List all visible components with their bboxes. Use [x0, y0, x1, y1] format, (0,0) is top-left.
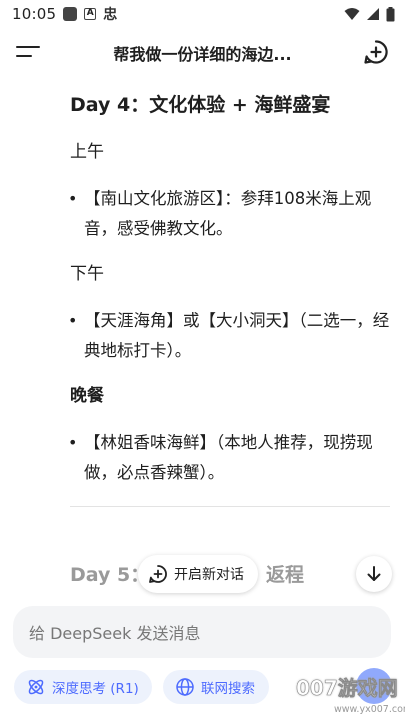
battery-icon: [386, 6, 395, 21]
web-search-toggle[interactable]: 联网搜索: [163, 670, 269, 704]
chat-title: 帮我做一份详细的海边...: [113, 45, 292, 64]
section-label-afternoon: 下午: [70, 264, 104, 284]
list-item: • 【南山文化旅游区】：参拜108米海上观音，感受佛教文化。: [68, 184, 390, 244]
bullet-dot: •: [68, 189, 78, 208]
menu-icon: [16, 46, 40, 49]
plus-circle-icon: [364, 40, 388, 64]
list-item-text: 【林姐香味海鲜】（本地人推荐，现捞现做，必点香辣蟹）。: [84, 433, 373, 482]
a-notification-icon: A: [84, 8, 97, 20]
web-search-label: 联网搜索: [201, 681, 255, 697]
list-item: • 【天涯海角】或【大小洞天】（二选一，经典地标打卡）。: [68, 306, 390, 366]
bullet-dot: •: [68, 311, 78, 330]
new-dialog-button[interactable]: 开启新对话: [138, 555, 258, 593]
plus-circle-icon: [149, 565, 167, 583]
watermark-url: www.yx007.com: [334, 704, 405, 715]
divider: [70, 506, 390, 507]
globe-icon: [176, 678, 194, 696]
list-item: • 【林姐香味海鲜】（本地人推荐，现捞现做，必点香辣蟹）。: [68, 428, 390, 488]
status-bar: 10:05 A 忠: [0, 0, 405, 28]
arrow-down-icon: [367, 566, 381, 581]
day-heading: Day 4：文化体验 + 海鲜盛宴: [70, 94, 331, 116]
scroll-down-button[interactable]: [356, 556, 392, 592]
menu-button[interactable]: [16, 42, 42, 64]
message-input-placeholder: 给 DeepSeek 发送消息: [29, 624, 201, 643]
deep-think-toggle[interactable]: 深度思考 (R1): [14, 670, 152, 704]
send-button[interactable]: [356, 668, 392, 704]
message-input[interactable]: 给 DeepSeek 发送消息: [13, 606, 391, 658]
atom-icon: [28, 679, 44, 695]
square-app-icon: [63, 7, 78, 21]
new-chat-button[interactable]: [363, 39, 389, 65]
new-dialog-label: 开启新对话: [174, 567, 244, 583]
zhong-notification-icon: 忠: [103, 7, 118, 23]
list-item-text: 【南山文化旅游区】：参拜108米海上观音，感受佛教文化。: [84, 189, 372, 238]
status-time: 10:05: [12, 5, 57, 23]
section-label-morning: 上午: [70, 142, 104, 162]
assistant-message: Day 4：文化体验 + 海鲜盛宴 上午 • 【南山文化旅游区】：参拜108米海…: [68, 90, 390, 507]
section-label-dinner: 晚餐: [70, 386, 104, 406]
wifi-icon: [344, 8, 360, 20]
chat-header: 帮我做一份详细的海边...: [0, 30, 405, 76]
next-day-heading-tail: 返程: [266, 564, 305, 586]
signal-icon: [367, 8, 379, 20]
list-item-text: 【天涯海角】或【大小洞天】（二选一，经典地标打卡）。: [84, 311, 390, 360]
deep-think-label: 深度思考 (R1): [52, 681, 139, 697]
bullet-dot: •: [68, 433, 78, 452]
